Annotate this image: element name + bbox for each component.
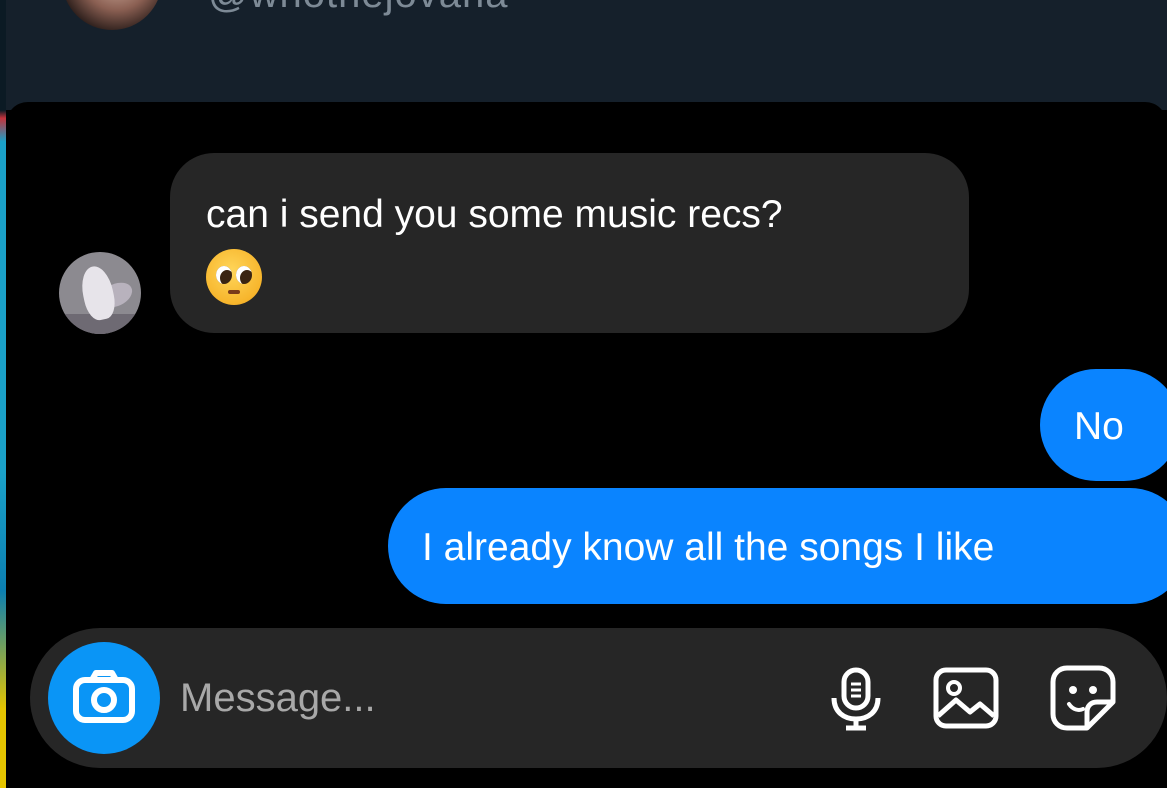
received-message-bubble[interactable]: can i send you some music recs? <box>170 153 969 333</box>
emoji-eye-left <box>216 266 232 284</box>
sent-message-text: I already know all the songs I like <box>422 526 995 569</box>
sent-message-text: No <box>1074 405 1124 448</box>
pleading-face-emoji <box>206 249 262 305</box>
gallery-button[interactable] <box>930 662 1002 734</box>
profile-avatar[interactable] <box>62 0 162 30</box>
message-input[interactable] <box>180 672 780 724</box>
image-icon <box>933 667 999 729</box>
camera-button[interactable] <box>48 642 160 754</box>
dm-conversation-screen: @whothejovana can i send you some music … <box>0 0 1167 788</box>
profile-header: @whothejovana <box>6 0 1167 110</box>
sent-message-bubble[interactable]: No <box>1040 369 1167 481</box>
sticker-icon <box>1050 665 1116 731</box>
emoji-eye-right <box>236 266 252 284</box>
microphone-icon <box>831 667 881 731</box>
profile-handle[interactable]: @whothejovana <box>208 0 508 17</box>
sticker-button[interactable] <box>1047 662 1119 734</box>
sender-avatar[interactable] <box>59 252 141 334</box>
received-message-text: can i send you some music recs? <box>206 193 783 236</box>
emoji-mouth <box>228 290 240 294</box>
camera-icon <box>73 670 135 723</box>
sent-message-bubble[interactable]: I already know all the songs I like <box>388 488 1167 604</box>
microphone-button[interactable] <box>820 662 892 734</box>
message-composer <box>30 628 1167 768</box>
